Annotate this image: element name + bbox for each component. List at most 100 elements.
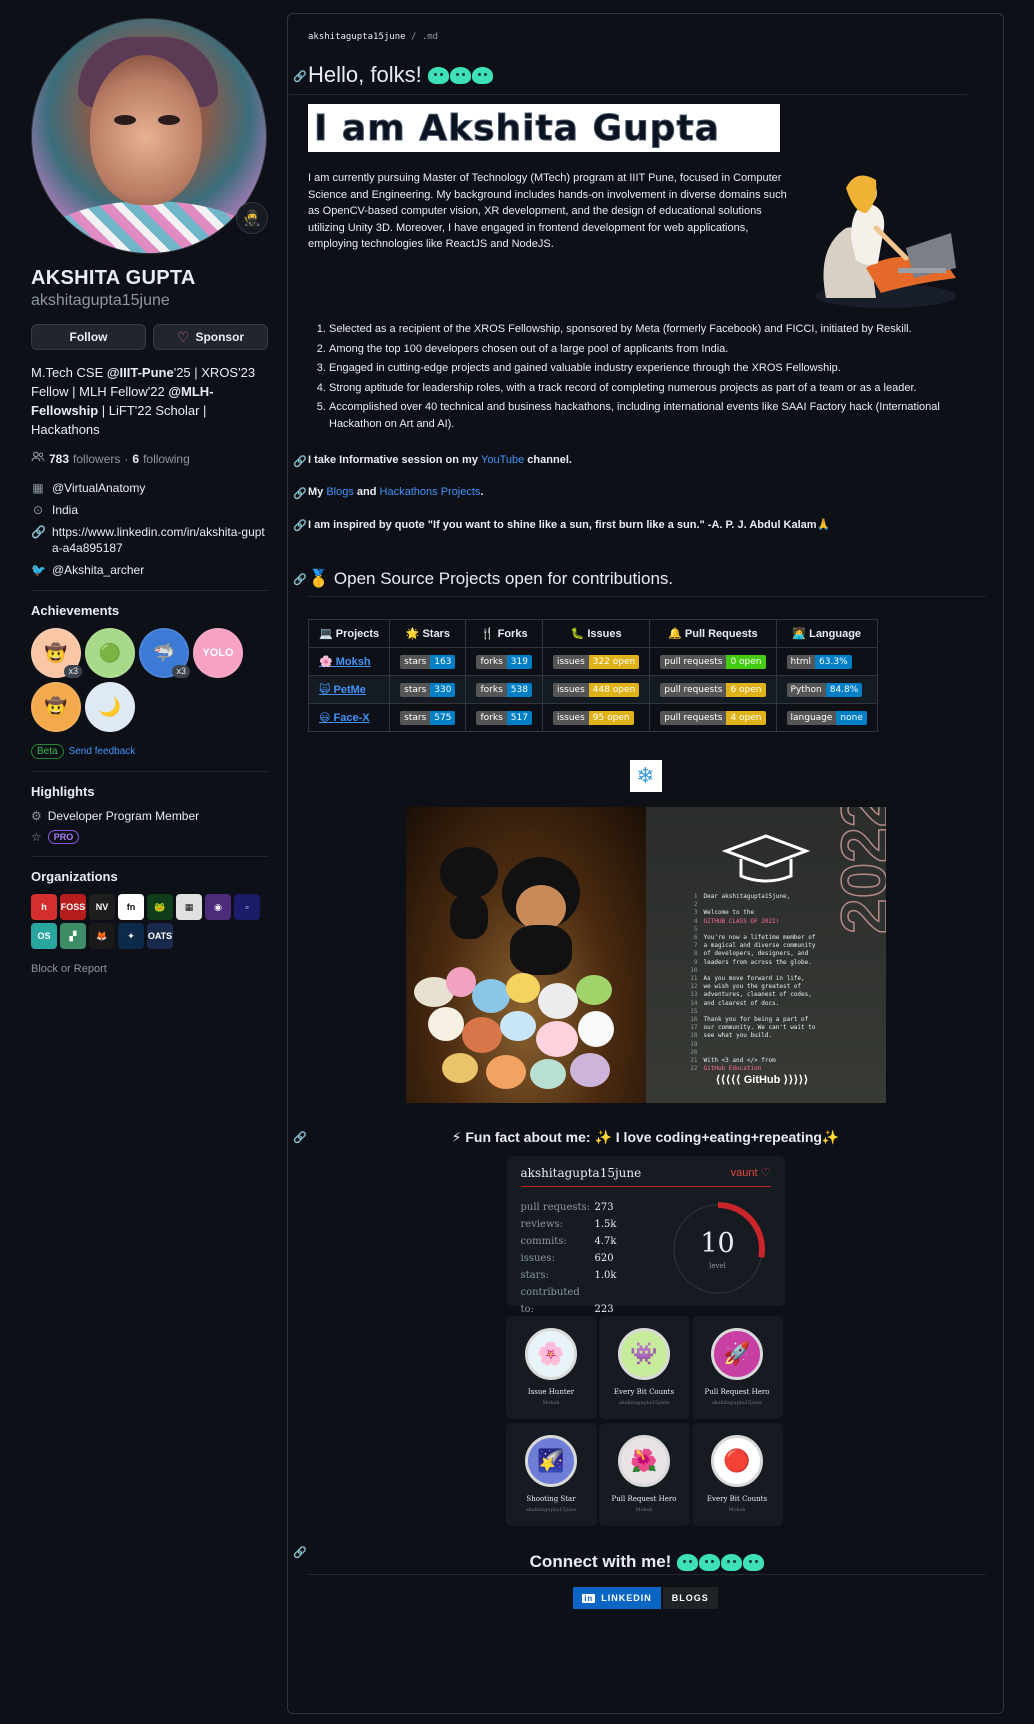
followers-count[interactable]: 783 <box>49 452 69 466</box>
status-shield[interactable]: issues 448 open <box>552 682 640 697</box>
organization-avatar[interactable]: 🦊 <box>89 923 115 949</box>
anchor-link-icon[interactable]: 🔗 <box>293 1131 307 1144</box>
shield-value: 4 open <box>726 710 766 725</box>
status-shield[interactable]: language none <box>786 710 867 725</box>
status-shield[interactable]: pull requests 4 open <box>660 710 766 725</box>
certificate-line-number: 2 <box>693 901 698 909</box>
hackathon-projects-link[interactable]: Hackathons Projects <box>380 486 481 498</box>
language-cell: language none <box>775 703 878 732</box>
organization-avatar[interactable]: ◉ <box>205 894 231 920</box>
organization-avatar[interactable]: ▞ <box>60 923 86 949</box>
fun-fact-text: ⚡ Fun fact about me: ✨ I love coding+eat… <box>451 1129 840 1145</box>
project-link[interactable]: 😃 Face-X <box>319 712 370 724</box>
organization-avatar[interactable]: ✦ <box>118 923 144 949</box>
status-shield[interactable]: issues 95 open <box>552 710 634 725</box>
blogs-badge[interactable]: BLOGS <box>662 1587 718 1609</box>
achievement-badge[interactable]: YOLO <box>193 628 243 678</box>
status-shield[interactable]: stars 330 <box>400 682 456 697</box>
achievement-badge[interactable]: 🤠 <box>31 682 81 732</box>
website-row: 🔗 https://www.linkedin.com/in/akshita-gup… <box>31 524 268 556</box>
status-shield[interactable]: pull requests 6 open <box>660 682 766 697</box>
send-feedback-link[interactable]: Send feedback <box>69 746 136 757</box>
avatar[interactable] <box>31 18 267 254</box>
status-shield[interactable]: stars 575 <box>400 710 456 725</box>
anchor-link-icon[interactable]: 🔗 <box>293 573 307 586</box>
organization-avatar[interactable]: 🐸 <box>147 894 173 920</box>
anchor-link-icon[interactable]: 🔗 <box>293 70 307 83</box>
following-count[interactable]: 6 <box>132 452 139 466</box>
highlight-list-item: Selected as a recipient of the XROS Fell… <box>329 321 948 338</box>
bio-org-link[interactable]: @IIIT-Pune <box>107 365 174 380</box>
project-link[interactable]: 🌸 Moksh <box>319 656 371 668</box>
organization-avatar[interactable]: ▦ <box>176 894 202 920</box>
profile-details: ▦ @VirtualAnatomy ⊙ India 🔗 https://www.lin… <box>31 480 268 578</box>
twitter-link[interactable]: @Akshita_archer <box>52 562 144 578</box>
status-emoji-button[interactable]: 🥷 <box>236 202 268 234</box>
vaunt-achievement-card[interactable]: 👾 Every Bit Counts akshitagupta15june <box>598 1316 690 1419</box>
organization-avatar[interactable]: OATS <box>147 923 173 949</box>
stars-cell: stars 163 <box>389 647 467 676</box>
company-text[interactable]: @VirtualAnatomy <box>52 480 145 496</box>
shield-value: 538 <box>506 682 532 697</box>
youtube-line-text: channel. <box>524 454 572 466</box>
vaunt-achievement-card[interactable]: 🌠 Shooting Star akshitagupta15june <box>505 1423 597 1526</box>
anchor-link-icon[interactable]: 🔗 <box>293 455 307 468</box>
file-owner-link[interactable]: akshitagupta15june <box>308 32 406 42</box>
bio-text: M.Tech CSE <box>31 365 107 380</box>
status-shield[interactable]: pull requests 0 open <box>660 654 766 669</box>
organization-avatar[interactable]: FOSS <box>60 894 86 920</box>
organization-avatar[interactable]: OS <box>31 923 57 949</box>
intro-paragraph: I am currently pursuing Master of Techno… <box>308 172 787 250</box>
connect-heading: 🔗 Connect with me! <box>293 1547 986 1575</box>
organization-avatar[interactable]: ▫ <box>234 894 260 920</box>
organization-avatar[interactable]: NV <box>89 894 115 920</box>
animated-blobs-image <box>677 1553 765 1571</box>
organization-avatar[interactable]: fn <box>118 894 144 920</box>
linkedin-badge[interactable]: in LINKEDIN <box>573 1587 661 1609</box>
organization-avatar[interactable]: h <box>31 894 57 920</box>
following-label[interactable]: following <box>143 452 190 466</box>
anchor-link-icon[interactable]: 🔗 <box>293 1546 307 1559</box>
vaunt-stats-card: akshitagupta15june vaunt ♡ pull requests… <box>506 1156 785 1315</box>
vaunt-stat-value: 1.0k <box>594 1270 617 1281</box>
vaunt-stat-value: 4.7k <box>594 1236 617 1247</box>
youtube-link[interactable]: YouTube <box>481 454 524 466</box>
website-link[interactable]: https://www.linkedin.com/in/akshita-gupt… <box>52 524 268 556</box>
status-shield[interactable]: forks 538 <box>476 682 532 697</box>
follow-button[interactable]: Follow <box>31 324 146 350</box>
achievement-badge[interactable]: 🤠 x3 <box>31 628 82 678</box>
project-link[interactable]: 🙀 PetMe <box>319 684 366 696</box>
vaunt-achievement-card[interactable]: 🌸 Issue Hunter Moksh <box>505 1316 597 1419</box>
sponsor-button[interactable]: ♡ Sponsor <box>153 324 268 350</box>
profile-sidebar: 🥷 AKSHITA GUPTA akshitagupta15june Follo… <box>31 18 268 975</box>
profile-bio: M.Tech CSE @IIIT-Pune'25 | XROS'23 Fello… <box>31 363 268 439</box>
vaunt-stat-key: issues: <box>520 1253 555 1264</box>
vaunt-achievement-card[interactable]: 🌺 Pull Request Hero Moksh <box>598 1423 690 1526</box>
vaunt-achievement-card[interactable]: 🚀 Pull Request Hero akshitagupta15june <box>691 1316 783 1419</box>
status-shield[interactable]: stars 163 <box>400 654 456 669</box>
logo-text: GitHub <box>743 1074 781 1086</box>
status-shield[interactable]: html 63.3% <box>786 654 852 669</box>
developer-program-link[interactable]: Developer Program Member <box>48 809 199 823</box>
status-shield[interactable]: forks 319 <box>476 654 532 669</box>
followers-label[interactable]: followers <box>73 452 120 466</box>
organizations-title: Organizations <box>31 869 118 884</box>
vaunt-achievement-card[interactable]: 🔴 Every Bit Counts Moksh <box>691 1423 783 1526</box>
block-report-link[interactable]: Block or Report <box>31 963 268 975</box>
status-shield[interactable]: Python 84.8% <box>786 682 863 697</box>
status-shield[interactable]: forks 517 <box>476 710 532 725</box>
blogs-link[interactable]: Blogs <box>326 486 354 498</box>
vaunt-achievements: 🌸 Issue Hunter Moksh 👾 Every Bit Counts akshi… <box>505 1316 786 1526</box>
anchor-link-icon[interactable]: 🔗 <box>293 519 307 532</box>
achievement-badge[interactable]: 🌙 <box>85 682 135 732</box>
certificate-line: we wish you the greatest of <box>703 983 802 991</box>
anchor-link-icon[interactable]: 🔗 <box>293 487 307 500</box>
achievements-title[interactable]: Achievements <box>31 603 268 618</box>
achievement-name: Pull Request Hero <box>704 1388 770 1396</box>
status-shield[interactable]: issues 322 open <box>552 654 640 669</box>
achievement-badge[interactable]: 🟢 <box>85 628 135 678</box>
shield-value: 163 <box>430 654 456 669</box>
achievement-badge[interactable]: 🦈 x3 <box>139 628 190 678</box>
shield-label: pull requests <box>660 710 727 725</box>
certificate-line: adventures, cleanest of codes, <box>703 991 812 999</box>
